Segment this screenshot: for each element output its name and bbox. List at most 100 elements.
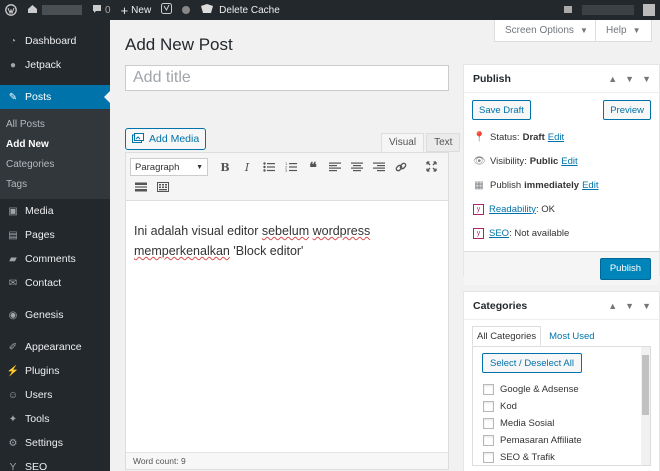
screen-options-button[interactable]: Screen Options ▼	[494, 20, 599, 42]
post-title-input[interactable]: Add title	[125, 65, 449, 91]
submenu-categories[interactable]: Categories	[0, 154, 110, 174]
category-checkbox[interactable]	[483, 435, 494, 446]
add-media-button[interactable]: Add Media	[125, 128, 207, 150]
admin-sidebar: ◔ Dashboard ● Jetpack ✎ Posts All Posts …	[0, 20, 110, 471]
sidebar-item-pages[interactable]: ▤ Pages	[0, 223, 110, 247]
format-select-value: Paragraph	[135, 161, 180, 173]
comments-count: 0	[105, 4, 111, 16]
sidebar-item-settings[interactable]: ⚙ Settings	[0, 431, 110, 455]
seo-link[interactable]: SEO	[489, 228, 509, 239]
sidebar-item-seo[interactable]: Y SEO	[0, 455, 110, 471]
sidebar-item-label: Tools	[25, 413, 50, 425]
category-checkbox[interactable]	[483, 452, 494, 463]
delete-cache-link[interactable]: Delete Cache	[195, 0, 285, 20]
select-deselect-all-button[interactable]: Select / Deselect All	[482, 353, 582, 373]
status-dot-icon	[177, 0, 195, 20]
category-checkbox[interactable]	[483, 401, 494, 412]
publish-button[interactable]: Publish	[599, 257, 651, 280]
submenu-add-new[interactable]: Add New	[0, 134, 110, 154]
chevron-down-icon[interactable]: ▼	[625, 301, 634, 311]
pin-icon: ✎	[8, 91, 18, 103]
publish-box-title: Publish	[473, 72, 511, 85]
sidebar-item-genesis[interactable]: ◉ Genesis	[0, 303, 110, 327]
eye-icon: 👁	[473, 155, 486, 167]
tab-visual[interactable]: Visual	[381, 133, 425, 152]
seo-row: y SEO : Not available	[464, 221, 659, 245]
tools-icon: ✦	[8, 413, 18, 425]
yoast-menu[interactable]	[156, 0, 177, 20]
sidebar-item-media[interactable]: ▣ Media	[0, 199, 110, 223]
format-select[interactable]: Paragraph ▼	[130, 158, 208, 176]
align-left-button[interactable]	[324, 158, 346, 176]
user-name-redacted[interactable]	[582, 5, 634, 15]
sidebar-item-comments[interactable]: ▰ Comments	[0, 247, 110, 271]
category-checkbox[interactable]	[483, 384, 494, 395]
italic-button[interactable]: I	[236, 158, 258, 176]
caret-down-icon[interactable]: ▼	[642, 301, 651, 311]
sidebar-item-posts[interactable]: ✎ Posts	[0, 85, 110, 109]
sidebar-item-tools[interactable]: ✦ Tools	[0, 407, 110, 431]
sidebar-item-dashboard[interactable]: ◔ Dashboard	[0, 29, 110, 53]
readability-value: : OK	[536, 203, 556, 215]
yoast-readability-icon: y	[473, 203, 484, 215]
content-line-2: memperkenalkan 'Block editor'	[134, 244, 304, 258]
sidebar-item-label: Plugins	[25, 365, 60, 377]
new-content-link[interactable]: + New	[116, 0, 157, 20]
chevron-down-icon[interactable]: ▼	[625, 74, 634, 84]
sidebar-item-label: Dashboard	[25, 35, 77, 47]
submenu-all-posts[interactable]: All Posts	[0, 114, 110, 134]
home-icon	[27, 4, 38, 17]
help-button[interactable]: Help ▼	[595, 20, 652, 42]
chevron-up-icon[interactable]: ▲	[608, 74, 617, 84]
sidebar-item-users[interactable]: ☺ Users	[0, 383, 110, 407]
numbered-list-button[interactable]: 123	[280, 158, 302, 176]
edit-visibility-link[interactable]: Edit	[561, 156, 577, 167]
sidebar-item-label: SEO	[25, 461, 48, 471]
sidebar-item-contact[interactable]: ✉ Contact	[0, 271, 110, 295]
sidebar-item-jetpack[interactable]: ● Jetpack	[0, 53, 110, 77]
caret-down-icon: ▼	[579, 26, 588, 35]
tab-all-categories[interactable]: All Categories	[472, 326, 542, 346]
notification-icon[interactable]	[558, 0, 578, 20]
editor-mode-tabs: Visual Text	[381, 133, 461, 152]
save-draft-button[interactable]: Save Draft	[472, 100, 531, 120]
bullet-list-button[interactable]	[258, 158, 280, 176]
list-item[interactable]: SEO & Trafik	[473, 449, 650, 465]
seo-icon: Y	[9, 461, 17, 471]
sidebar-item-appearance[interactable]: ✐ Appearance	[0, 335, 110, 359]
category-scrollbar[interactable]	[641, 347, 650, 465]
align-center-button[interactable]	[346, 158, 368, 176]
comments-link[interactable]: 0	[87, 0, 116, 20]
editor-content[interactable]: Ini adalah visual editor sebelum wordpre…	[126, 201, 448, 261]
list-item[interactable]: Media Sosial	[473, 415, 650, 432]
insert-link-button[interactable]	[390, 158, 412, 176]
list-item[interactable]: Google & Adsense	[473, 381, 650, 398]
list-item[interactable]: Kod	[473, 398, 650, 415]
sidebar-item-label: Contact	[25, 277, 62, 289]
fullscreen-icon[interactable]	[420, 157, 442, 175]
readability-link[interactable]: Readability	[489, 204, 536, 215]
list-item[interactable]: Pemasaran Affiliate	[473, 432, 650, 449]
bold-button[interactable]: B	[214, 158, 236, 176]
sidebar-item-plugins[interactable]: ⚡ Plugins	[0, 359, 110, 383]
tab-text[interactable]: Text	[426, 133, 461, 152]
preview-button[interactable]: Preview	[603, 100, 651, 120]
status-value: Draft	[522, 131, 545, 143]
horizontal-line-button[interactable]	[130, 178, 152, 196]
align-right-button[interactable]	[368, 158, 390, 176]
edit-schedule-link[interactable]: Edit	[582, 180, 598, 191]
categories-box-title: Categories	[473, 299, 528, 312]
blockquote-button[interactable]: ❝	[302, 158, 324, 176]
sidebar-item-label: Settings	[25, 437, 63, 449]
toolbar-toggle-button[interactable]	[152, 178, 174, 196]
edit-status-link[interactable]: Edit	[548, 132, 564, 143]
submenu-tags[interactable]: Tags	[0, 174, 110, 194]
avatar[interactable]	[638, 0, 660, 20]
caret-down-icon[interactable]: ▼	[642, 74, 651, 84]
wordpress-logo-icon[interactable]	[0, 0, 22, 20]
visibility-value: Public	[529, 155, 559, 167]
tab-most-used[interactable]: Most Used	[545, 326, 598, 346]
chevron-up-icon[interactable]: ▲	[608, 301, 617, 311]
site-name-link[interactable]	[22, 0, 87, 20]
category-checkbox[interactable]	[483, 418, 494, 429]
